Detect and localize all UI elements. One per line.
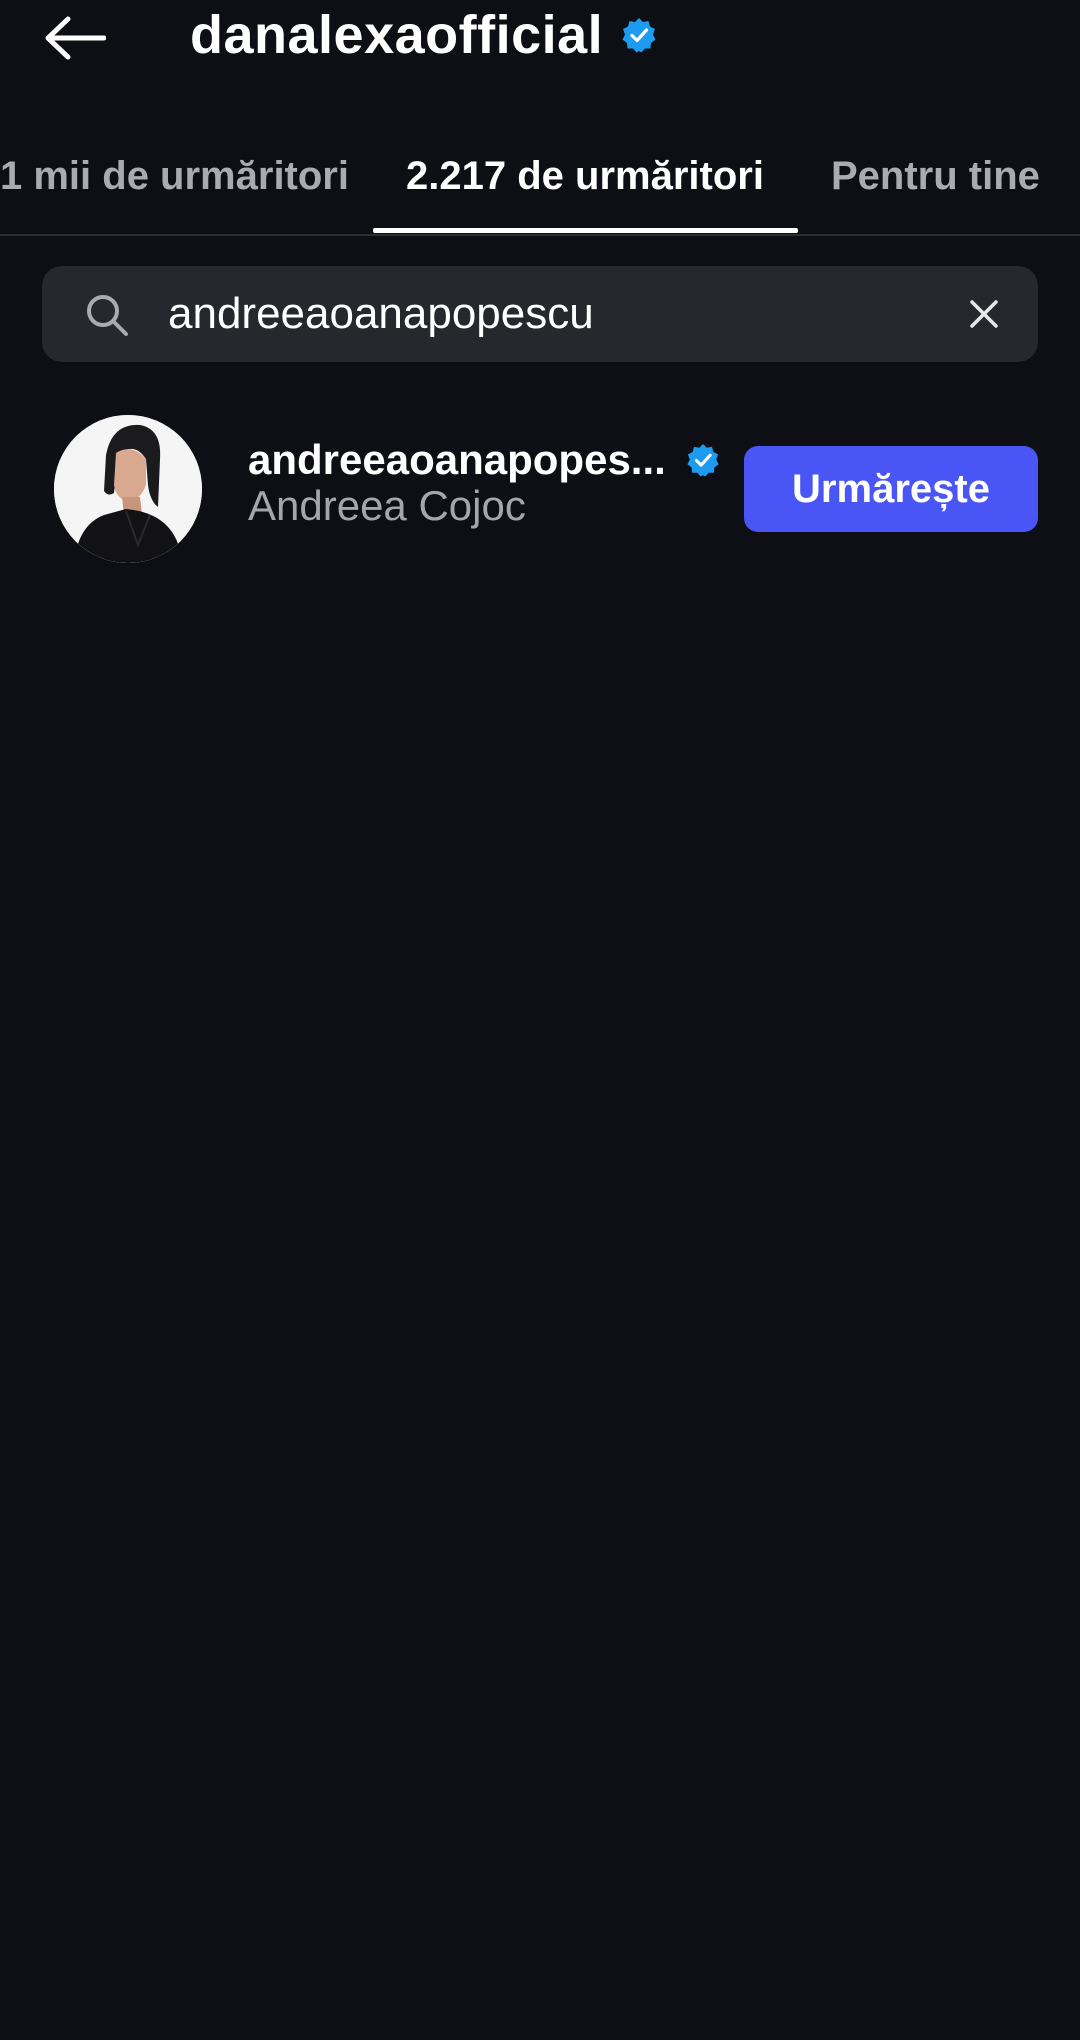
back-button[interactable] xyxy=(40,8,110,68)
list-item[interactable]: andreeaoanapopes... Andreea Cojoc Urmăre… xyxy=(0,400,1080,580)
search-icon xyxy=(87,295,128,336)
username-group: andreeaoanapopes... xyxy=(248,430,720,490)
page-title-group: danalexaofficial xyxy=(190,0,657,70)
search-input[interactable] xyxy=(168,278,968,350)
full-name: Andreea Cojoc xyxy=(248,482,526,529)
tab-followers[interactable]: 2.217 de urmăritori xyxy=(406,120,764,232)
verified-badge-icon xyxy=(686,443,720,477)
verified-badge-icon xyxy=(621,17,657,53)
username: andreeaoanapopes... xyxy=(248,436,666,483)
arrow-left-icon xyxy=(45,16,106,60)
avatar[interactable] xyxy=(54,415,202,563)
page-title: danalexaofficial xyxy=(190,5,604,65)
followers-tabs: 1 mii de urmăritori 2.217 de urmăritori … xyxy=(0,120,1080,236)
close-icon xyxy=(970,300,998,328)
follow-button[interactable]: Urmărește xyxy=(744,446,1038,532)
tab-for-you[interactable]: Pentru tine xyxy=(831,120,1040,232)
tab-following[interactable]: 1 mii de urmăritori xyxy=(0,120,349,232)
search-bar xyxy=(42,266,1038,362)
active-tab-indicator xyxy=(373,228,798,233)
top-bar: danalexaofficial xyxy=(0,0,1080,110)
clear-search-button[interactable] xyxy=(958,288,1010,340)
